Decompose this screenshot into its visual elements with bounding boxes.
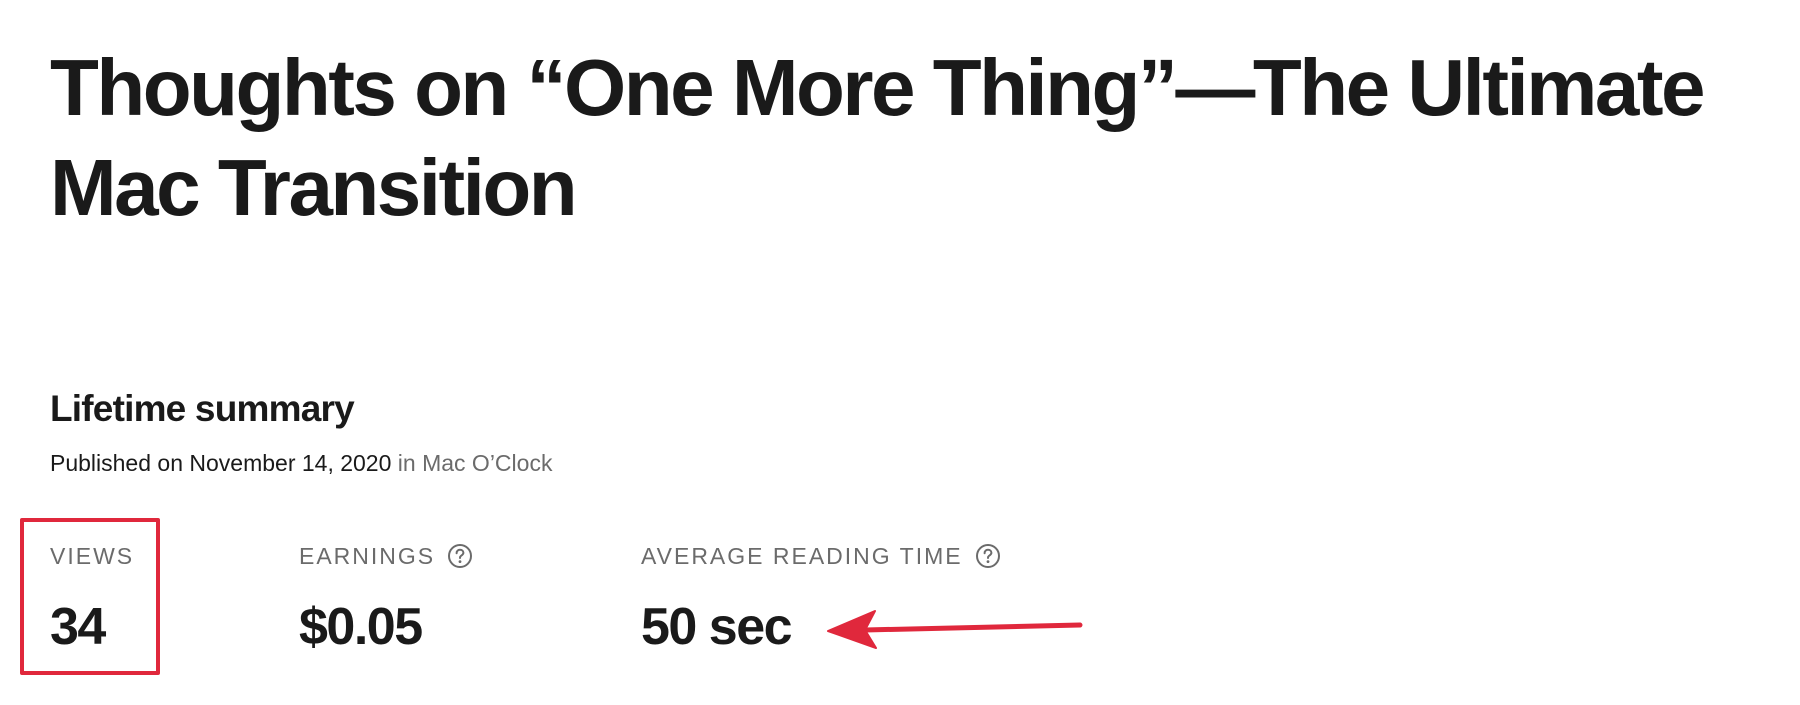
- lifetime-summary-heading: Lifetime summary: [50, 388, 355, 429]
- average-reading-time-label: AVERAGE READING TIME: [641, 542, 963, 569]
- help-circle-icon[interactable]: [975, 543, 1001, 569]
- published-date: Published on November 14, 2020: [50, 450, 392, 476]
- earnings-value: $0.05: [299, 598, 423, 656]
- published-in-text: in: [391, 450, 423, 476]
- help-circle-icon[interactable]: [447, 543, 473, 569]
- annotation-arrow-icon: [827, 610, 1083, 649]
- earnings-stat: EARNINGS $0.05: [299, 543, 473, 655]
- article-title: Thoughts on “One More Thing”—The Ultimat…: [50, 43, 1705, 232]
- earnings-label: EARNINGS: [299, 542, 436, 569]
- views-highlight-annotation: [20, 518, 160, 675]
- publication-link[interactable]: Mac O’Clock: [422, 450, 552, 476]
- published-info: Published on November 14, 2020 in Mac O’…: [50, 450, 552, 477]
